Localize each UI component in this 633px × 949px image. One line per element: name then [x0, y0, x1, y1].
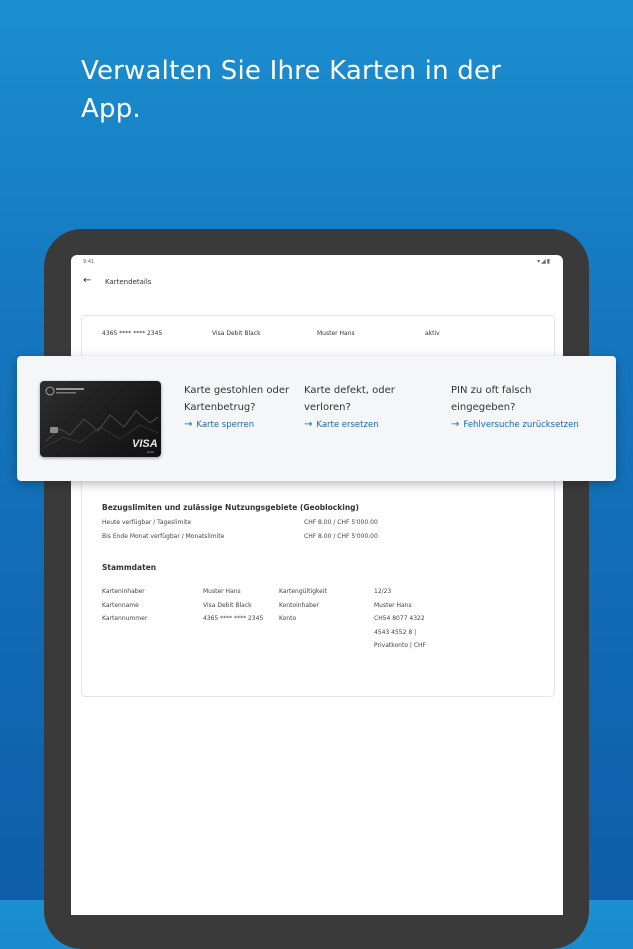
master-value: 4365 **** **** 2345 — [203, 615, 264, 622]
master-label: Konto — [279, 615, 297, 622]
master-value: Privatkonto | CHF — [374, 642, 426, 649]
card-status: aktiv — [425, 330, 440, 337]
card-holder: Muster Hans — [317, 330, 355, 337]
card-brand: VISA — [132, 438, 158, 450]
limit-label: Heute verfügbar / Tageslimite — [102, 519, 192, 526]
master-value: Muster Hans — [374, 601, 412, 609]
limit-value: CHF 8.00 / CHF 5'000.00 — [304, 532, 378, 540]
master-value: 12/23 — [374, 588, 392, 595]
master-label: Kontoinhaber — [279, 601, 320, 609]
limits-title: Bezugslimiten und zulässige Nutzungsgebi… — [102, 503, 359, 512]
arrow-right-icon: → — [184, 419, 193, 430]
master-label: Kartennummer — [102, 615, 148, 622]
arrow-right-icon: → — [451, 419, 460, 430]
limit-value: CHF 8.00 / CHF 5'000.00 — [304, 519, 378, 526]
app-bar: ← Kartendetails — [71, 269, 563, 297]
card-actions-overlay: VISA Debit Karte gestohlen oder Kartenbe… — [17, 356, 616, 481]
status-time: 9:41 — [83, 259, 95, 265]
block-card-link[interactable]: → Karte sperren — [184, 419, 254, 430]
master-right-values: 12/23 Muster Hans CH54 8077 4322 4543 45… — [374, 585, 426, 653]
option-question-stolen: Karte gestohlen oder Kartenbetrug? — [184, 385, 290, 413]
master-label: Kartenname — [102, 601, 139, 609]
master-value: Muster Hans — [203, 588, 241, 595]
master-right-labels: Kartengültigkeit Kontoinhaber Konto — [279, 585, 327, 626]
tablet-screen: 9:41 ▾◢▮ ← Kartendetails 4365 **** **** … — [71, 255, 563, 915]
card-product: Visa Debit Black — [212, 330, 261, 337]
limits-labels: Heute verfügbar / Tageslimite Bis Ende M… — [102, 516, 224, 543]
master-data-title: Stammdaten — [102, 563, 157, 572]
master-label: Kartengültigkeit — [279, 588, 327, 595]
replace-card-link[interactable]: → Karte ersetzen — [304, 419, 379, 430]
master-value: 4543 4552 8 | — [374, 628, 417, 636]
page-title: Kartendetails — [105, 278, 152, 286]
card-image: VISA Debit — [40, 381, 161, 457]
card-number: 4365 **** **** 2345 — [102, 330, 163, 337]
limits-values: CHF 8.00 / CHF 5'000.00 CHF 8.00 / CHF 5… — [304, 516, 378, 543]
replace-card-label: Karte ersetzen — [316, 419, 379, 430]
status-bar: 9:41 ▾◢▮ — [71, 255, 563, 269]
arrow-right-icon: → — [304, 419, 313, 430]
status-icons: ▾◢▮ — [537, 258, 551, 265]
master-left-labels: Karteninhaber Kartenname Kartennummer — [102, 585, 147, 626]
card-brand-sub: Debit — [147, 450, 154, 454]
block-card-label: Karte sperren — [196, 419, 255, 430]
headline: Verwalten Sie Ihre Karten in der App. — [81, 56, 502, 124]
limit-label: Bis Ende Monat verfügbar / Monatslimite — [102, 532, 225, 540]
master-label: Karteninhaber — [102, 588, 145, 595]
reset-pin-attempts-label: Fehlversuche zurücksetzen — [463, 419, 579, 430]
master-value: CH54 8077 4322 — [374, 615, 425, 622]
card-artwork-icon: VISA Debit — [43, 386, 159, 454]
option-question-pin: PIN zu oft falsch eingegeben? — [451, 385, 532, 413]
master-left-values: Muster Hans Visa Debit Black 4365 **** *… — [203, 585, 263, 626]
master-value: Visa Debit Black — [203, 601, 252, 609]
option-question-defect: Karte defekt, oder verloren? — [304, 385, 395, 413]
reset-pin-attempts-link[interactable]: → Fehlversuche zurücksetzen — [451, 419, 579, 430]
back-arrow-icon[interactable]: ← — [83, 275, 91, 286]
